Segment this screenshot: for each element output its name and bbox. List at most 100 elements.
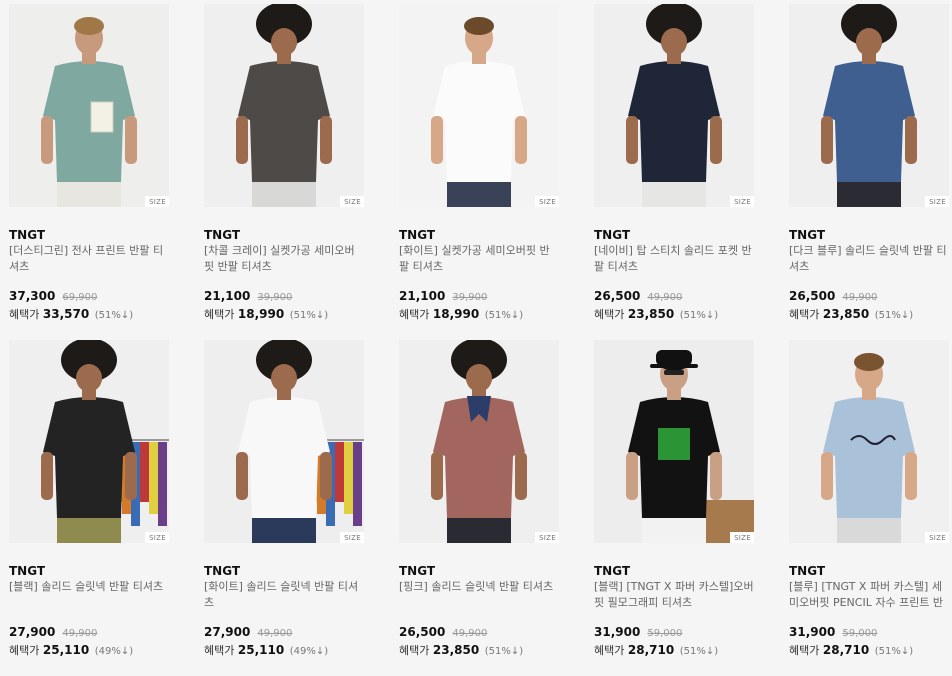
size-tag[interactable]: SIZE [145, 196, 169, 207]
discount-percent: (51%↓) [484, 310, 524, 321]
original-price: 49,900 [257, 628, 293, 639]
product-image[interactable]: SIZE [594, 340, 754, 543]
benefit-price: 23,850 [627, 307, 675, 321]
size-tag[interactable]: SIZE [925, 532, 949, 543]
discount-percent: (51%↓) [679, 310, 719, 321]
size-tag[interactable]: SIZE [535, 196, 559, 207]
benefit-price-row: 혜택가 23,850 (51%↓) [399, 642, 559, 660]
product-name[interactable]: [블랙] [TNGT X 파버 카스텔]오버핏 필모그래피 티셔츠 [594, 579, 754, 611]
product-card[interactable]: SIZE TNGT [다크 블루] 솔리드 슬릿넥 반팔 티셔츠 26,500 … [789, 4, 949, 340]
original-price: 49,900 [452, 628, 488, 639]
size-tag[interactable]: SIZE [145, 532, 169, 543]
product-image[interactable]: SIZE [399, 340, 559, 543]
size-tag[interactable]: SIZE [535, 532, 559, 543]
product-brand[interactable]: TNGT [204, 227, 364, 243]
product-name[interactable]: [화이트] 솔리드 슬릿넥 반팔 티셔츠 [204, 579, 364, 611]
benefit-label: 혜택가 [204, 644, 235, 657]
benefit-price: 18,990 [237, 307, 285, 321]
product-card[interactable]: SIZE TNGT [핑크] 솔리드 슬릿넥 반팔 티셔츠 26,500 49,… [399, 340, 559, 676]
benefit-price-row: 혜택가 33,570 (51%↓) [9, 306, 169, 324]
product-image[interactable]: SIZE [204, 340, 364, 543]
discount-percent: (51%↓) [289, 310, 329, 321]
product-name[interactable]: [블루] [TNGT X 파버 카스텔] 세미오버핏 PENCIL 자수 프린트… [789, 579, 949, 611]
benefit-label: 혜택가 [204, 308, 235, 321]
product-card[interactable]: SIZE TNGT [네이비] 탑 스티치 솔리드 포켓 반팔 티셔츠 26,5… [594, 4, 754, 340]
product-name[interactable]: [블랙] 솔리드 슬릿넥 반팔 티셔츠 [9, 579, 169, 611]
product-brand[interactable]: TNGT [9, 563, 169, 579]
product-image[interactable]: SIZE [594, 4, 754, 207]
product-brand[interactable]: TNGT [204, 563, 364, 579]
product-brand[interactable]: TNGT [594, 563, 754, 579]
benefit-price: 28,710 [822, 643, 870, 657]
original-price: 59,000 [647, 628, 683, 639]
price-row: 27,900 49,900 [9, 624, 169, 641]
benefit-price-row: 혜택가 25,110 (49%↓) [204, 642, 364, 660]
benefit-price: 18,990 [432, 307, 480, 321]
product-card[interactable]: SIZE TNGT [블랙] [TNGT X 파버 카스텔]오버핏 필모그래피 … [594, 340, 754, 676]
product-image[interactable]: SIZE [9, 4, 169, 207]
product-image[interactable]: SIZE [204, 4, 364, 207]
benefit-price-row: 혜택가 18,990 (51%↓) [204, 306, 364, 324]
product-card[interactable]: SIZE TNGT [차콜 크레이] 실켓가공 세미오버핏 반팔 티셔츠 21,… [204, 4, 364, 340]
product-name[interactable]: [핑크] 솔리드 슬릿넥 반팔 티셔츠 [399, 579, 559, 611]
benefit-price: 33,570 [42, 307, 90, 321]
benefit-price-row: 혜택가 23,850 (51%↓) [594, 306, 754, 324]
price-row: 27,900 49,900 [204, 624, 364, 641]
size-tag[interactable]: SIZE [340, 196, 364, 207]
benefit-label: 혜택가 [789, 644, 820, 657]
product-name[interactable]: [화이트] 실켓가공 세미오버핏 반팔 티셔츠 [399, 243, 559, 275]
price-row: 21,100 39,900 [204, 288, 364, 305]
product-brand[interactable]: TNGT [9, 227, 169, 243]
price-row: 37,300 69,900 [9, 288, 169, 305]
product-card[interactable]: SIZE TNGT [화이트] 솔리드 슬릿넥 반팔 티셔츠 27,900 49… [204, 340, 364, 676]
benefit-price-row: 혜택가 18,990 (51%↓) [399, 306, 559, 324]
original-price: 39,900 [257, 292, 293, 303]
product-brand[interactable]: TNGT [789, 227, 949, 243]
benefit-label: 혜택가 [399, 308, 430, 321]
original-price: 39,900 [452, 292, 488, 303]
discount-percent: (51%↓) [94, 310, 134, 321]
product-card[interactable]: SIZE TNGT [블랙] 솔리드 슬릿넥 반팔 티셔츠 27,900 49,… [9, 340, 169, 676]
sale-price: 26,500 [789, 289, 836, 303]
sale-price: 27,900 [204, 625, 251, 639]
product-brand[interactable]: TNGT [594, 227, 754, 243]
sale-price: 37,300 [9, 289, 56, 303]
product-name[interactable]: [네이비] 탑 스티치 솔리드 포켓 반팔 티셔츠 [594, 243, 754, 275]
benefit-price: 28,710 [627, 643, 675, 657]
discount-percent: (49%↓) [289, 646, 329, 657]
original-price: 49,900 [842, 292, 878, 303]
size-tag[interactable]: SIZE [340, 532, 364, 543]
benefit-price-row: 혜택가 28,710 (51%↓) [594, 642, 754, 660]
product-image[interactable]: SIZE [789, 340, 949, 543]
product-name[interactable]: [다크 블루] 솔리드 슬릿넥 반팔 티셔츠 [789, 243, 949, 275]
benefit-label: 혜택가 [594, 308, 625, 321]
product-brand[interactable]: TNGT [399, 563, 559, 579]
product-image[interactable]: SIZE [399, 4, 559, 207]
price-row: 26,500 49,900 [594, 288, 754, 305]
price-row: 26,500 49,900 [399, 624, 559, 641]
discount-percent: (51%↓) [874, 310, 914, 321]
price-row: 21,100 39,900 [399, 288, 559, 305]
product-image[interactable]: SIZE [789, 4, 949, 207]
benefit-label: 혜택가 [594, 644, 625, 657]
benefit-price: 23,850 [822, 307, 870, 321]
product-brand[interactable]: TNGT [399, 227, 559, 243]
product-name[interactable]: [더스티그린] 전사 프린트 반팔 티셔츠 [9, 243, 169, 275]
sale-price: 26,500 [399, 625, 446, 639]
size-tag[interactable]: SIZE [730, 532, 754, 543]
discount-percent: (51%↓) [874, 646, 914, 657]
sale-price: 21,100 [204, 289, 251, 303]
product-card[interactable]: SIZE TNGT [화이트] 실켓가공 세미오버핏 반팔 티셔츠 21,100… [399, 4, 559, 340]
sale-price: 31,900 [594, 625, 641, 639]
benefit-price: 25,110 [237, 643, 285, 657]
size-tag[interactable]: SIZE [730, 196, 754, 207]
product-brand[interactable]: TNGT [789, 563, 949, 579]
benefit-label: 혜택가 [9, 644, 40, 657]
product-card[interactable]: SIZE TNGT [더스티그린] 전사 프린트 반팔 티셔츠 37,300 6… [9, 4, 169, 340]
sale-price: 27,900 [9, 625, 56, 639]
size-tag[interactable]: SIZE [925, 196, 949, 207]
original-price: 49,900 [647, 292, 683, 303]
product-card[interactable]: SIZE TNGT [블루] [TNGT X 파버 카스텔] 세미오버핏 PEN… [789, 340, 949, 676]
product-name[interactable]: [차콜 크레이] 실켓가공 세미오버핏 반팔 티셔츠 [204, 243, 364, 275]
product-image[interactable]: SIZE [9, 340, 169, 543]
